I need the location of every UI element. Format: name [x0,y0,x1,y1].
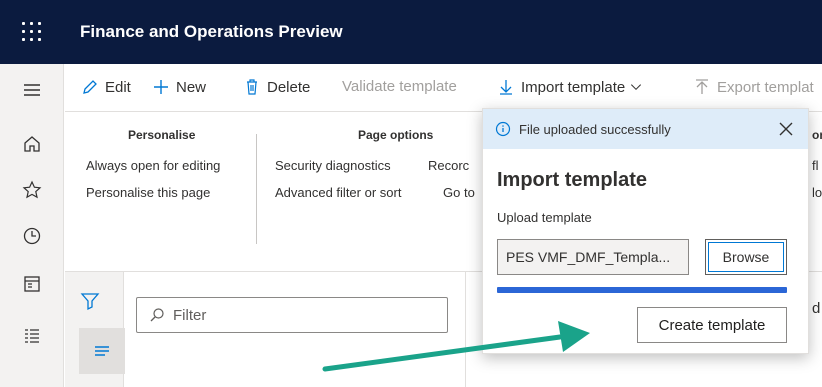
delete-label: Delete [267,78,311,96]
always-open-for-editing-item[interactable]: Always open for editing [86,158,220,173]
validate-template-button[interactable]: Validate template [342,78,457,95]
search-icon [150,308,164,322]
download-arrow-icon [500,80,512,95]
modules-list-icon[interactable] [18,322,46,350]
hamburger-icon[interactable] [18,76,46,104]
personalise-group-title: Personalise [128,128,196,142]
validate-template-label: Validate template [342,78,457,95]
plus-icon [154,80,168,94]
uploaded-file-field[interactable]: PES VMF_DMF_Templa... [497,239,689,275]
trash-icon [247,79,257,95]
success-banner: File uploaded successfully [483,109,808,149]
import-template-button[interactable]: Import template [497,78,643,96]
workspace-icon[interactable] [18,270,46,298]
partial-group-title: on [812,128,822,142]
advanced-filter-or-sort-item[interactable]: Advanced filter or sort [275,185,401,200]
upload-template-label: Upload template [497,210,592,225]
filter-input[interactable]: Filter [136,297,448,333]
action-bar: Edit New Delete Validate template Import… [65,64,822,112]
info-icon [495,121,511,137]
close-icon[interactable] [774,117,798,141]
go-to-item[interactable]: Go to [443,185,475,200]
list-view-button[interactable] [79,328,125,374]
list-icon [95,346,109,356]
edit-button[interactable]: Edit [81,78,131,96]
partial-right-text: d [812,300,821,317]
record-info-item[interactable]: Recorc [428,158,469,173]
home-icon[interactable] [18,130,46,158]
export-template-button[interactable]: Export templat [693,78,814,96]
upload-progress-bar [497,287,787,293]
new-label: New [176,78,207,96]
filter-pane: Filter [65,272,465,387]
flyout-title: Import template [497,169,648,191]
chevron-down-icon [631,84,642,91]
browse-button[interactable]: Browse [705,239,787,275]
banner-message: File uploaded successfully [519,121,671,137]
funnel-icon[interactable] [79,290,101,312]
import-template-flyout: File uploaded successfully Import templa… [482,108,809,354]
navigation-rail [0,64,64,387]
app-launcher-icon[interactable] [20,20,44,44]
import-template-label: Import template [521,78,626,96]
top-bar: Finance and Operations Preview [0,0,822,64]
filter-placeholder: Filter [173,306,207,324]
create-template-button[interactable]: Create template [637,307,787,343]
app-title: Finance and Operations Preview [80,22,343,41]
page-options-group-title: Page options [358,128,434,142]
clock-icon[interactable] [18,222,46,250]
export-template-label: Export templat [717,78,814,96]
personalise-this-page-item[interactable]: Personalise this page [86,185,210,200]
delete-button[interactable]: Delete [243,78,310,96]
partial-item-1[interactable]: fl [812,158,819,173]
security-diagnostics-item[interactable]: Security diagnostics [275,158,391,173]
new-button[interactable]: New [152,78,206,96]
filter-rail [65,272,125,387]
edit-label: Edit [105,78,131,96]
pencil-icon [83,80,97,94]
group-divider [256,134,257,244]
partial-item-2[interactable]: lo [812,185,822,200]
upload-arrow-icon [696,79,708,94]
star-icon[interactable] [18,176,46,204]
